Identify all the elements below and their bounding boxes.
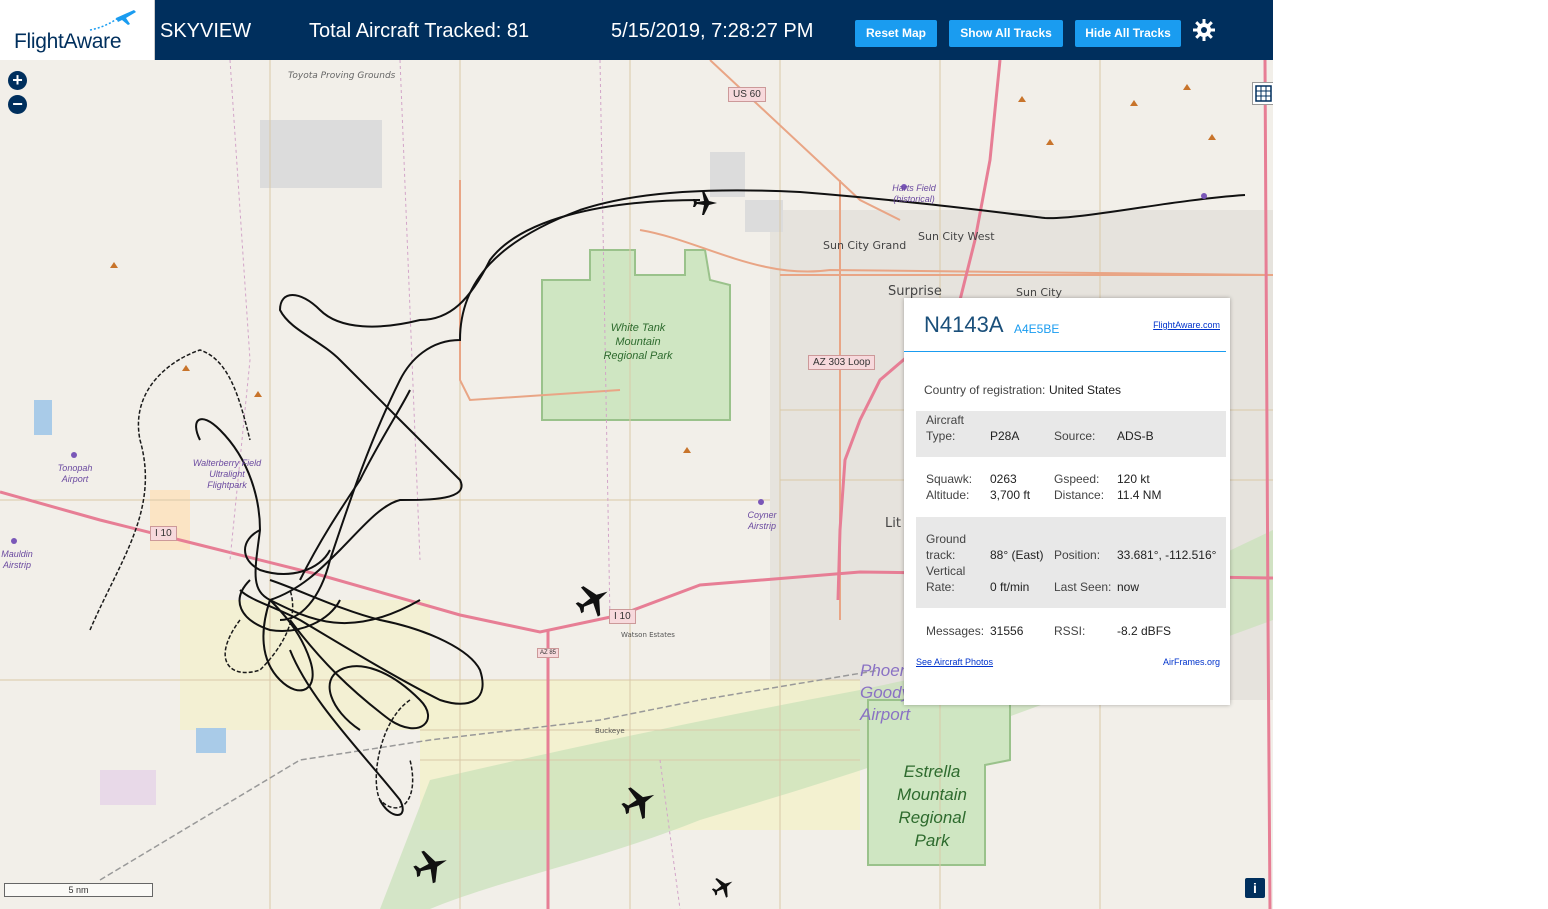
country-value: United States [1049,383,1122,397]
az303-shield: AZ 303 Loop [808,355,876,370]
source-value: ADS-B [1117,429,1154,443]
vertical-rate-value: 0 ft/min [990,580,1030,594]
aircraft-type-label-2: Type: [926,429,956,443]
squawk-label: Squawk: [926,472,973,486]
vertical-rate-label-2: Rate: [926,580,955,594]
altitude-value: 3,700 ft [990,488,1031,502]
scale-bar: 5 nm [4,883,153,897]
current-datetime: 5/15/2019, 7:28:27 PM [611,20,814,42]
lit-label: Lit [885,516,901,531]
header-bar: FlightAware SKYVIEW Total Aircraft Track… [0,0,1273,60]
gear-icon[interactable] [1192,18,1216,42]
ground-track-value: 88° (East) [990,548,1044,562]
sun-city-west-label: Sun City West [918,230,995,243]
flightaware-logo[interactable]: FlightAware [0,0,155,60]
vertical-rate-label-1: Vertical [926,564,966,578]
az85-shield: AZ 85 [537,648,560,658]
sun-city-grand-label: Sun City Grand [823,239,907,252]
coyner-label: Coyner Airstrip [747,510,777,531]
messages-value: 31556 [990,624,1024,638]
walterberry-label: Walterberry Field Ultralight Flightpark [192,458,262,490]
aircraft-registration: N4143A [924,312,1004,337]
last-seen-label: Last Seen: [1054,580,1112,594]
logo-text: FlightAware [14,30,122,53]
rssi-value: -8.2 dBFS [1117,624,1172,638]
gspeed-label: Gspeed: [1054,472,1100,486]
hide-all-tracks-button[interactable]: Hide All Tracks [1075,20,1181,47]
harts-field-label: Harts Field (historical) [892,183,936,204]
grid-icon [1255,85,1272,102]
surprise-label: Surprise [888,284,942,299]
gspeed-value: 120 kt [1117,472,1150,486]
info-band-2 [916,517,1226,608]
aircraft-type-value: P28A [990,429,1020,443]
i10-shield-east: I 10 [609,609,636,624]
ground-track-label-1: Ground [926,532,967,546]
buckeye-label: Buckeye [595,727,625,735]
watson-label: Watson Estates [621,631,675,639]
aircraft-photos-link[interactable]: See Aircraft Photos [916,657,993,667]
white-tank-label: White Tank Mountain Regional Park [603,322,673,362]
zoom-out-button[interactable]: − [8,95,27,114]
toyota-label: Toyota Proving Grounds [288,71,396,81]
reset-map-button[interactable]: Reset Map [855,20,937,47]
us60-shield: US 60 [728,87,766,102]
info-button[interactable]: i [1245,878,1265,898]
squawk-value: 0263 [990,472,1017,486]
aircraft-count: Total Aircraft Tracked: 81 [309,20,530,42]
i10-shield-west: I 10 [150,526,177,541]
country-label: Country of registration: [924,383,1046,397]
altitude-label: Altitude: [926,488,970,502]
position-value: 33.681°, -112.516° [1117,548,1217,562]
flightaware-link[interactable]: FlightAware.com [1153,320,1220,330]
rssi-label: RSSI: [1054,624,1086,638]
tonopah-airport-label: Tonopah Airport [57,463,93,484]
aircraft-type-label-1: Aircraft [926,413,965,427]
show-all-tracks-button[interactable]: Show All Tracks [949,20,1063,47]
distance-label: Distance: [1054,488,1105,502]
phoenix-goodyear-label: Phoenix Goodyear Airport [860,661,935,724]
mauldin-label: Mauldin Airstrip [1,549,33,570]
ground-track-label-2: track: [926,548,956,562]
airframes-link[interactable]: AirFrames.org [1163,657,1220,667]
zoom-in-button[interactable]: + [8,71,27,90]
layers-button[interactable] [1252,82,1273,105]
aircraft-info-popup: N4143A A4E5BE FlightAware.com Country of… [904,298,1230,705]
messages-label: Messages: [926,624,985,638]
app-title: SKYVIEW [160,20,252,42]
position-label: Position: [1054,548,1101,562]
source-label: Source: [1054,429,1096,443]
popup-divider [904,351,1226,352]
estrella-label: Estrella Mountain Regional Park [897,762,967,850]
skyview-app: Toyota Proving Grounds White Tank Mounta… [0,0,1273,909]
distance-value: 11.4 NM [1117,488,1162,502]
last-seen-value: now [1117,580,1140,594]
aircraft-hex: A4E5BE [1014,322,1060,336]
